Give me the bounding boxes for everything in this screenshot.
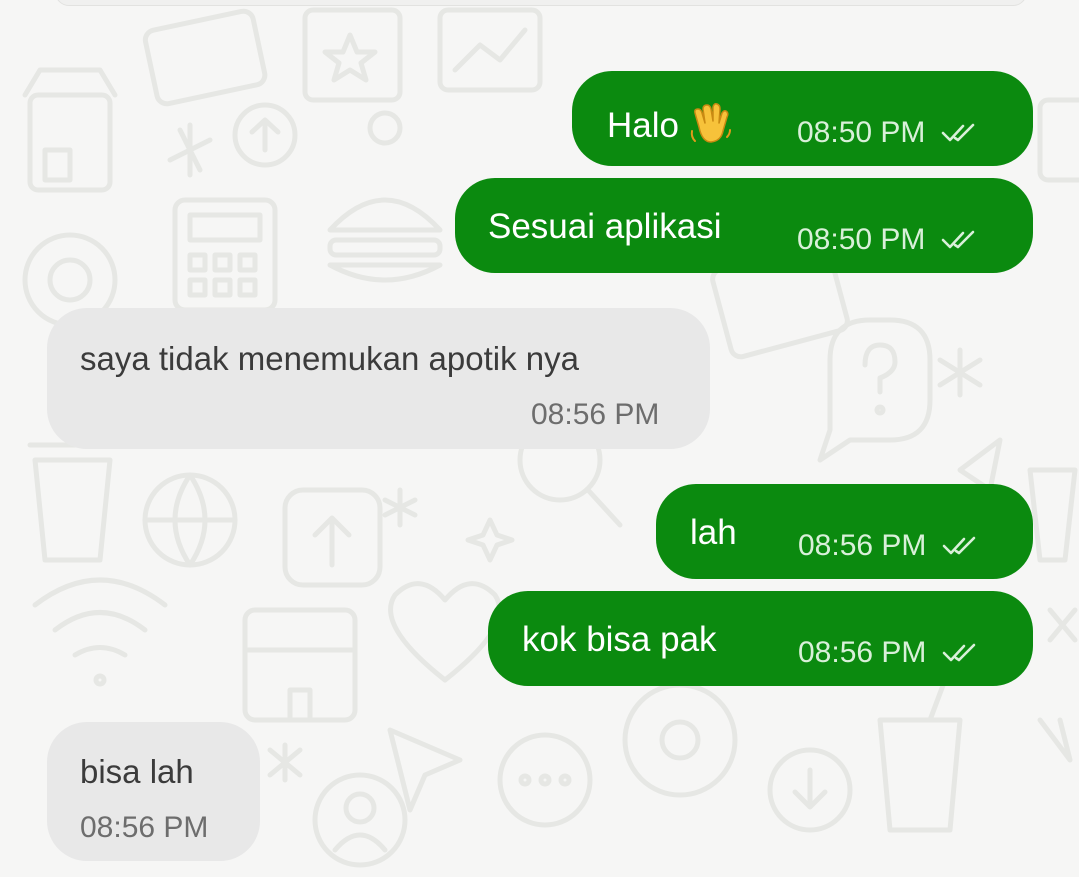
- message-time: 08:50 PM: [797, 223, 926, 256]
- double-check-icon: [943, 643, 976, 662]
- message-time: 08:50 PM: [797, 116, 926, 149]
- message-time: 08:56 PM: [798, 636, 927, 669]
- double-check-icon: [943, 536, 976, 555]
- outgoing-message[interactable]: kok bisa pak 08:56 PM: [488, 591, 1033, 686]
- outgoing-message[interactable]: Sesuai aplikasi 08:50 PM: [455, 178, 1033, 273]
- message-text: lah: [690, 513, 737, 552]
- double-check-icon: [942, 123, 975, 142]
- message-text: Sesuai aplikasi: [488, 207, 722, 246]
- outgoing-message[interactable]: Halo 08:50 PM: [572, 71, 1033, 166]
- previous-message-edge: [55, 0, 1027, 6]
- message-text: kok bisa pak: [522, 620, 717, 659]
- double-check-icon: [942, 230, 975, 249]
- incoming-message[interactable]: saya tidak menemukan apotik nya 08:56 PM: [47, 308, 710, 449]
- waving-hand-emoji-icon: [690, 103, 731, 143]
- message-text: Halo: [607, 106, 679, 145]
- message-time: 08:56 PM: [531, 398, 660, 431]
- message-time: 08:56 PM: [80, 811, 209, 844]
- message-text: saya tidak menemukan apotik nya: [80, 340, 579, 377]
- message-text: bisa lah: [80, 753, 194, 790]
- incoming-message[interactable]: bisa lah 08:56 PM: [47, 722, 260, 861]
- outgoing-message[interactable]: lah 08:56 PM: [656, 484, 1033, 579]
- message-time: 08:56 PM: [798, 529, 927, 562]
